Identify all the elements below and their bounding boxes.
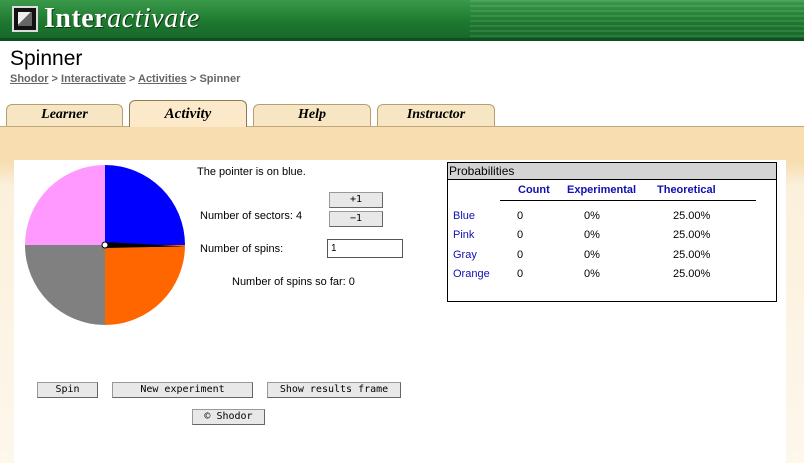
spins-input[interactable]: [327, 239, 403, 258]
header-count: Count: [518, 184, 550, 196]
remove-sector-button[interactable]: −1: [329, 211, 383, 227]
breadcrumb-link-shodor[interactable]: Shodor: [10, 73, 49, 85]
header-experimental: Experimental: [567, 184, 637, 196]
breadcrumb-separator: >: [125, 73, 138, 85]
breadcrumb-separator: >: [48, 73, 62, 85]
row-name-orange: Orange: [453, 268, 490, 280]
add-sector-button[interactable]: +1: [329, 192, 383, 208]
row-theoretical-pink: 25.00%: [673, 229, 711, 241]
spins-so-far: Number of spins so far: 0: [232, 276, 355, 288]
probabilities-table: Probabilities Count Experimental Theoret…: [447, 162, 777, 302]
spinner-sector-gray: [25, 245, 105, 325]
row-experimental-pink: 0%: [584, 229, 600, 241]
row-experimental-gray: 0%: [584, 249, 600, 261]
tab-help[interactable]: Help: [253, 104, 371, 126]
breadcrumb-link-interactivate[interactable]: Interactivate: [61, 73, 126, 85]
new-experiment-button[interactable]: New experiment: [112, 382, 253, 398]
tab-learner[interactable]: Learner: [6, 104, 123, 126]
pointer-status: The pointer is on blue.: [197, 166, 306, 178]
row-experimental-orange: 0%: [584, 268, 600, 280]
copyright-shodor-button[interactable]: © Shodor: [192, 409, 265, 425]
brand-part-italic: activate: [107, 3, 200, 34]
row-theoretical-blue: 25.00%: [673, 210, 711, 222]
row-count-pink: 0: [517, 229, 524, 241]
brand-part-bold: Inter: [44, 3, 108, 34]
header-theoretical: Theoretical: [657, 184, 716, 196]
spins-label: Number of spins:: [200, 243, 284, 255]
tab-bar: Learner Activity Help Instructor: [0, 96, 804, 127]
breadcrumb-separator: >: [186, 73, 200, 85]
tab-activity[interactable]: Activity: [129, 100, 247, 127]
sectors-label: Number of sectors: 4: [200, 210, 303, 222]
breadcrumb-current: Spinner: [199, 73, 241, 85]
spinner-sector-orange: [105, 245, 185, 325]
page-title: Spinner: [10, 47, 83, 70]
spinner-wheel[interactable]: [24, 164, 186, 326]
show-results-frame-button[interactable]: Show results frame: [267, 382, 401, 398]
row-count-orange: 0: [517, 268, 524, 280]
row-name-blue: Blue: [453, 210, 476, 222]
breadcrumb-link-activities[interactable]: Activities: [138, 73, 187, 85]
interactivate-logo-icon[interactable]: [12, 6, 38, 32]
banner-stripes: [470, 0, 804, 38]
row-count-blue: 0: [517, 210, 524, 222]
row-theoretical-gray: 25.00%: [673, 249, 711, 261]
header-divider: [500, 200, 756, 201]
row-theoretical-orange: 25.00%: [673, 268, 711, 280]
probabilities-title: Probabilities: [448, 163, 776, 180]
row-name-gray: Gray: [453, 249, 477, 261]
row-name-pink: Pink: [453, 229, 475, 241]
spinner-sector-blue: [105, 165, 185, 245]
spin-button[interactable]: Spin: [37, 382, 98, 398]
row-experimental-blue: 0%: [584, 210, 600, 222]
tab-instructor[interactable]: Instructor: [377, 104, 495, 126]
site-banner: Interactivate: [0, 0, 804, 41]
row-count-gray: 0: [517, 249, 524, 261]
breadcrumb: Shodor > Interactivate > Activities > Sp…: [10, 73, 240, 85]
spinner-sector-pink: [25, 165, 105, 245]
spinner-hub: [101, 241, 109, 249]
brand-logo-text[interactable]: Interactivate: [44, 3, 200, 35]
